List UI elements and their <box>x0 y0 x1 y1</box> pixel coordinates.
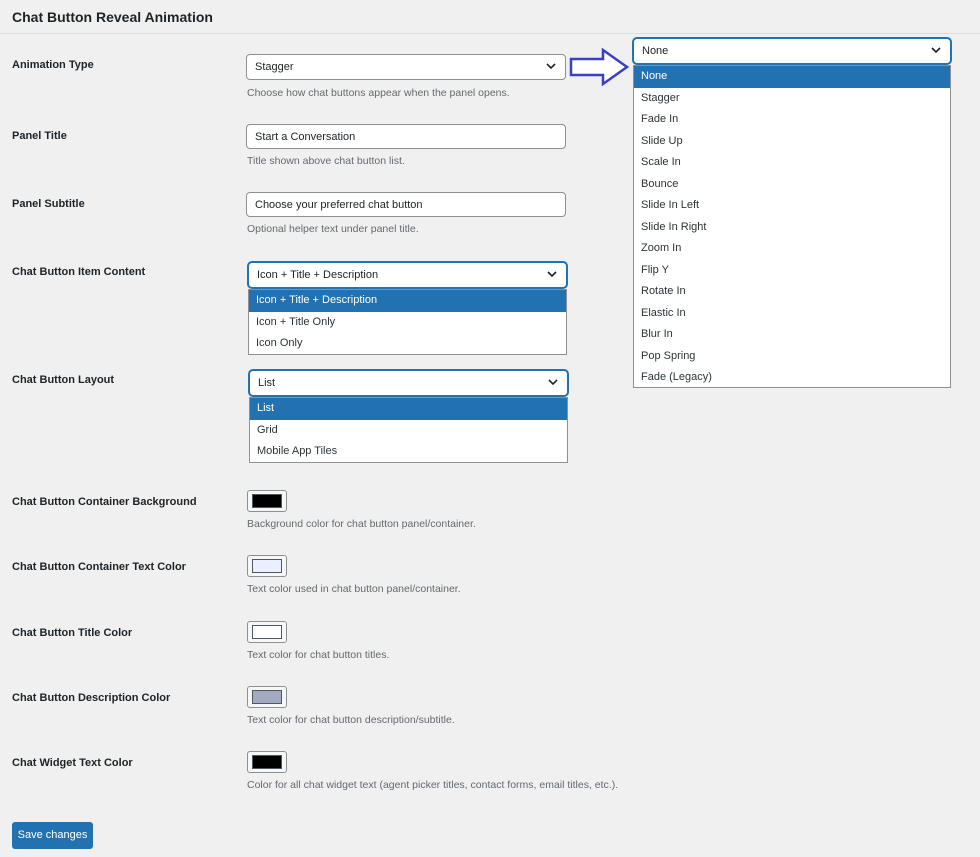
option-blur-in[interactable]: Blur In <box>634 324 950 346</box>
widget-text-color-label: Chat Widget Text Color <box>12 757 133 769</box>
option-elastic-in[interactable]: Elastic In <box>634 303 950 325</box>
option-slide-up[interactable]: Slide Up <box>634 131 950 153</box>
panel-title-input[interactable]: Start a Conversation <box>246 124 566 149</box>
color-swatch <box>252 625 282 639</box>
option-pop-spring[interactable]: Pop Spring <box>634 346 950 368</box>
layout-options-list: List Grid Mobile App Tiles <box>249 397 568 463</box>
option-mobile-app-tiles[interactable]: Mobile App Tiles <box>250 441 567 463</box>
option-grid[interactable]: Grid <box>250 420 567 442</box>
panel-title-label: Panel Title <box>12 130 67 142</box>
panel-subtitle-label: Panel Subtitle <box>12 198 85 210</box>
animation-type-options-list: None Stagger Fade In Slide Up Scale In B… <box>633 65 951 388</box>
description-color-label: Chat Button Description Color <box>12 692 171 704</box>
color-swatch <box>252 755 282 769</box>
option-list[interactable]: List <box>250 398 567 420</box>
option-slide-in-left[interactable]: Slide In Left <box>634 195 950 217</box>
panel-subtitle-description: Optional helper text under panel title. <box>247 223 419 235</box>
title-color-label: Chat Button Title Color <box>12 627 133 639</box>
option-stagger[interactable]: Stagger <box>634 88 950 110</box>
color-swatch <box>252 494 282 508</box>
option-scale-in[interactable]: Scale In <box>634 152 950 174</box>
widget-text-color-description: Color for all chat widget text (agent pi… <box>247 779 619 791</box>
description-color-picker[interactable] <box>247 686 287 708</box>
color-swatch <box>252 690 282 704</box>
right-arrow-icon <box>569 47 630 87</box>
option-flip-y[interactable]: Flip Y <box>634 260 950 282</box>
widget-text-color-picker[interactable] <box>247 751 287 773</box>
container-background-color-picker[interactable] <box>247 490 287 512</box>
option-zoom-in[interactable]: Zoom In <box>634 238 950 260</box>
title-color-picker[interactable] <box>247 621 287 643</box>
color-swatch <box>252 559 282 573</box>
container-background-description: Background color for chat button panel/c… <box>247 518 476 530</box>
panel-subtitle-input[interactable]: Choose your preferred chat button <box>246 192 566 217</box>
container-text-color-description: Text color used in chat button panel/con… <box>247 583 461 595</box>
option-fade-in[interactable]: Fade In <box>634 109 950 131</box>
divider <box>0 33 980 34</box>
container-text-color-picker[interactable] <box>247 555 287 577</box>
option-slide-in-right[interactable]: Slide In Right <box>634 217 950 239</box>
option-icon-only[interactable]: Icon Only <box>249 333 566 355</box>
option-rotate-in[interactable]: Rotate In <box>634 281 950 303</box>
animation-type-label: Animation Type <box>12 59 94 71</box>
option-none[interactable]: None <box>634 66 950 88</box>
title-color-description: Text color for chat button titles. <box>247 649 390 661</box>
layout-select[interactable]: List <box>249 370 568 396</box>
option-icon-title-description[interactable]: Icon + Title + Description <box>249 290 566 312</box>
option-icon-title-only[interactable]: Icon + Title Only <box>249 312 566 334</box>
animation-type-select[interactable]: Stagger <box>246 54 566 80</box>
page-title: Chat Button Reveal Animation <box>12 9 213 25</box>
animation-type-dropdown-select[interactable]: None <box>633 38 951 64</box>
chevron-down-icon <box>547 271 557 278</box>
chevron-down-icon <box>546 63 556 70</box>
item-content-value: Icon + Title + Description <box>257 269 379 281</box>
animation-type-description: Choose how chat buttons appear when the … <box>247 87 510 99</box>
option-bounce[interactable]: Bounce <box>634 174 950 196</box>
animation-type-dropdown-value: None <box>642 45 669 57</box>
chevron-down-icon <box>548 379 558 386</box>
container-text-color-label: Chat Button Container Text Color <box>12 561 186 573</box>
description-color-description: Text color for chat button description/s… <box>247 714 455 726</box>
panel-title-description: Title shown above chat button list. <box>247 155 405 167</box>
layout-value: List <box>258 377 276 389</box>
item-content-label: Chat Button Item Content <box>12 266 146 278</box>
item-content-select[interactable]: Icon + Title + Description <box>248 262 567 288</box>
chevron-down-icon <box>931 47 941 54</box>
item-content-options-list: Icon + Title + Description Icon + Title … <box>248 289 567 355</box>
animation-type-value: Stagger <box>255 61 294 73</box>
container-background-label: Chat Button Container Background <box>12 496 197 508</box>
layout-label: Chat Button Layout <box>12 374 115 386</box>
save-button[interactable]: Save changes <box>12 822 93 849</box>
option-fade-legacy[interactable]: Fade (Legacy) <box>634 367 950 389</box>
